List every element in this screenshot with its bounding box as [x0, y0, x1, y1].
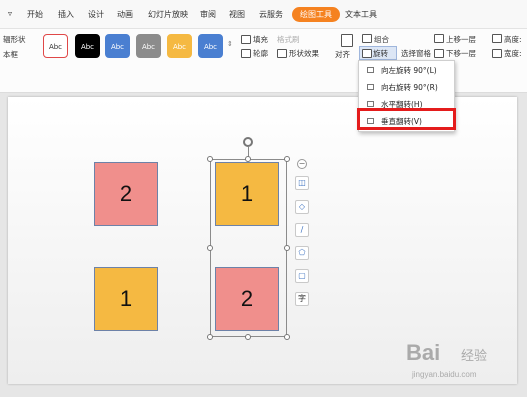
square-shape[interactable]: 2 — [94, 162, 158, 226]
watermark-logo: Bai — [406, 340, 441, 365]
selection-pane-button[interactable]: 选择窗格 — [401, 48, 431, 59]
shape-style-swatch[interactable]: Abc — [43, 34, 68, 58]
collapse-toolbar-icon[interactable]: − — [297, 159, 307, 169]
resize-handle[interactable] — [245, 156, 251, 162]
shape-type-label[interactable]: 辐形状 — [3, 34, 26, 45]
shape-effect-icon — [277, 49, 287, 58]
align-icon — [341, 34, 353, 47]
quick-access-dropdown-icon[interactable]: ▿ — [8, 9, 12, 18]
tab-animation[interactable]: 动画 — [117, 9, 133, 20]
tab-home[interactable]: 开始 — [27, 9, 43, 20]
rotate-left-icon — [367, 67, 374, 73]
tab-view[interactable]: 视图 — [229, 9, 245, 20]
rotation-handle-icon[interactable] — [243, 137, 253, 147]
resize-handle[interactable] — [207, 334, 213, 340]
frame-icon[interactable]: ▢ — [295, 269, 309, 283]
highlight-box — [357, 108, 456, 130]
rotate-icon — [362, 49, 372, 58]
tab-insert[interactable]: 插入 — [58, 9, 74, 20]
fill-icon — [241, 35, 251, 44]
shape-style-swatch[interactable]: Abc — [136, 34, 161, 58]
rotate-label: 旋转 — [373, 49, 388, 58]
square-shape[interactable]: 1 — [94, 267, 158, 331]
gallery-scroll-icon[interactable]: ⇕ — [227, 40, 233, 48]
shape-style-icon[interactable]: ◫ — [295, 176, 309, 190]
group-button[interactable]: 组合 — [374, 34, 389, 45]
shape-style-swatch[interactable]: Abc — [198, 34, 223, 58]
menu-item-rotate-right[interactable]: 向右旋转 90°(R) — [359, 79, 454, 96]
tab-slideshow[interactable]: 幻灯片放映 — [148, 9, 188, 20]
menu-item-rotate-left[interactable]: 向左旋转 90°(L) — [359, 62, 454, 79]
tab-review[interactable]: 审阅 — [200, 9, 216, 20]
width-label: 宽度: — [504, 49, 522, 58]
send-backward-button[interactable]: 下移一层 — [446, 48, 476, 59]
shape-style-swatch[interactable]: Abc — [75, 34, 100, 58]
watermark-url: jingyan.baidu.com — [412, 370, 477, 379]
pen-icon[interactable]: ∕ — [295, 223, 309, 237]
resize-handle[interactable] — [284, 245, 290, 251]
rotate-button[interactable]: 旋转 — [359, 46, 397, 60]
shape-effect-button[interactable]: 形状效果 — [289, 48, 319, 59]
tab-cloud-service[interactable]: 云服务 — [259, 9, 283, 20]
fill-button[interactable]: 填充 — [253, 34, 268, 45]
align-button[interactable]: 对齐 — [335, 49, 350, 60]
group-icon — [362, 34, 372, 43]
text-tool-button[interactable]: 字 — [295, 292, 309, 306]
resize-handle[interactable] — [207, 156, 213, 162]
shape-style-swatch[interactable]: Abc — [167, 34, 192, 58]
height-label: 高度: — [504, 35, 522, 44]
textbox-label[interactable]: 本框 — [3, 49, 18, 60]
bring-forward-button[interactable]: 上移一层 — [446, 34, 476, 45]
resize-handle[interactable] — [284, 334, 290, 340]
outline-icon — [241, 49, 251, 58]
resize-handle[interactable] — [245, 334, 251, 340]
ribbon-tab-bar: ▿ 开始 插入 设计 动画 幻灯片放映 审阅 视图 云服务 绘图工具 文本工具 — [0, 0, 527, 29]
tab-text-tools[interactable]: 文本工具 — [345, 9, 377, 20]
shape-style-swatch[interactable]: Abc — [105, 34, 130, 58]
bring-forward-icon — [434, 34, 444, 43]
rotate-right-icon — [367, 84, 374, 90]
tab-design[interactable]: 设计 — [88, 9, 104, 20]
layers-icon[interactable]: ◇ — [295, 200, 309, 214]
watermark-cn: 经验 — [461, 348, 488, 363]
resize-handle[interactable] — [284, 156, 290, 162]
square-shape[interactable]: 2 — [215, 267, 279, 331]
flip-horizontal-icon — [367, 101, 374, 107]
height-icon — [492, 34, 502, 43]
format-painter-button[interactable]: 格式刷 — [277, 34, 300, 45]
shape-fill-icon[interactable]: ⬠ — [295, 246, 309, 260]
square-shape[interactable]: 1 — [215, 162, 279, 226]
tab-drawing-tools[interactable]: 绘图工具 — [292, 7, 340, 22]
width-icon — [492, 49, 502, 58]
send-backward-icon — [434, 49, 444, 58]
resize-handle[interactable] — [207, 245, 213, 251]
outline-button[interactable]: 轮廓 — [253, 48, 268, 59]
